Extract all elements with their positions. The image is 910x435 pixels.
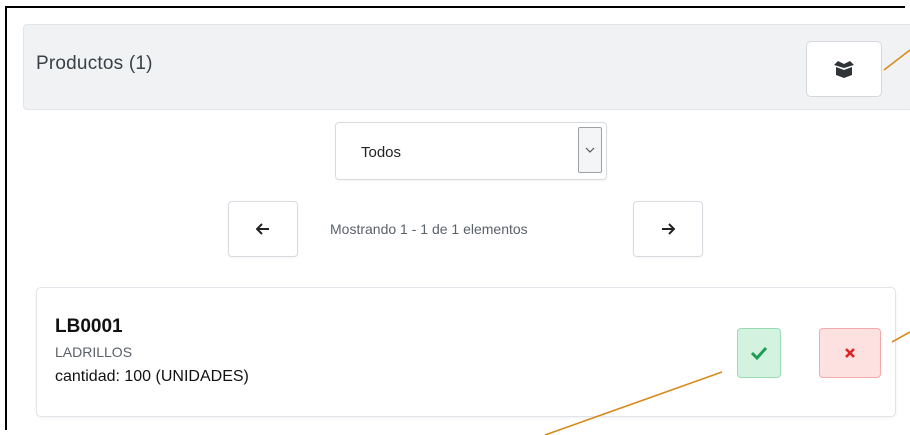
arrow-left-icon — [256, 223, 269, 235]
product-name: LADRILLOS — [55, 344, 133, 360]
chevron-down-icon[interactable] — [578, 127, 602, 173]
prev-page-button[interactable] — [228, 201, 298, 257]
filter-select-value: Todos — [361, 144, 402, 161]
next-page-button[interactable] — [633, 201, 703, 257]
confirm-button[interactable] — [737, 328, 781, 378]
cancel-button[interactable] — [819, 328, 881, 378]
product-code: LB0001 — [55, 316, 123, 337]
product-card: LB0001 LADRILLOS cantidad: 100 (UNIDADES… — [36, 287, 896, 417]
box-open-icon — [834, 61, 854, 78]
products-header: Productos (1) — [23, 24, 910, 110]
box-button[interactable] — [806, 41, 882, 97]
product-quantity: cantidad: 100 (UNIDADES) — [55, 368, 249, 385]
filter-select[interactable]: Todos — [335, 122, 607, 180]
close-icon — [845, 348, 855, 358]
arrow-right-icon — [662, 223, 675, 235]
pagination-summary: Mostrando 1 - 1 de 1 elementos — [330, 221, 528, 237]
check-icon — [750, 346, 768, 360]
products-title: Productos (1) — [36, 53, 153, 74]
